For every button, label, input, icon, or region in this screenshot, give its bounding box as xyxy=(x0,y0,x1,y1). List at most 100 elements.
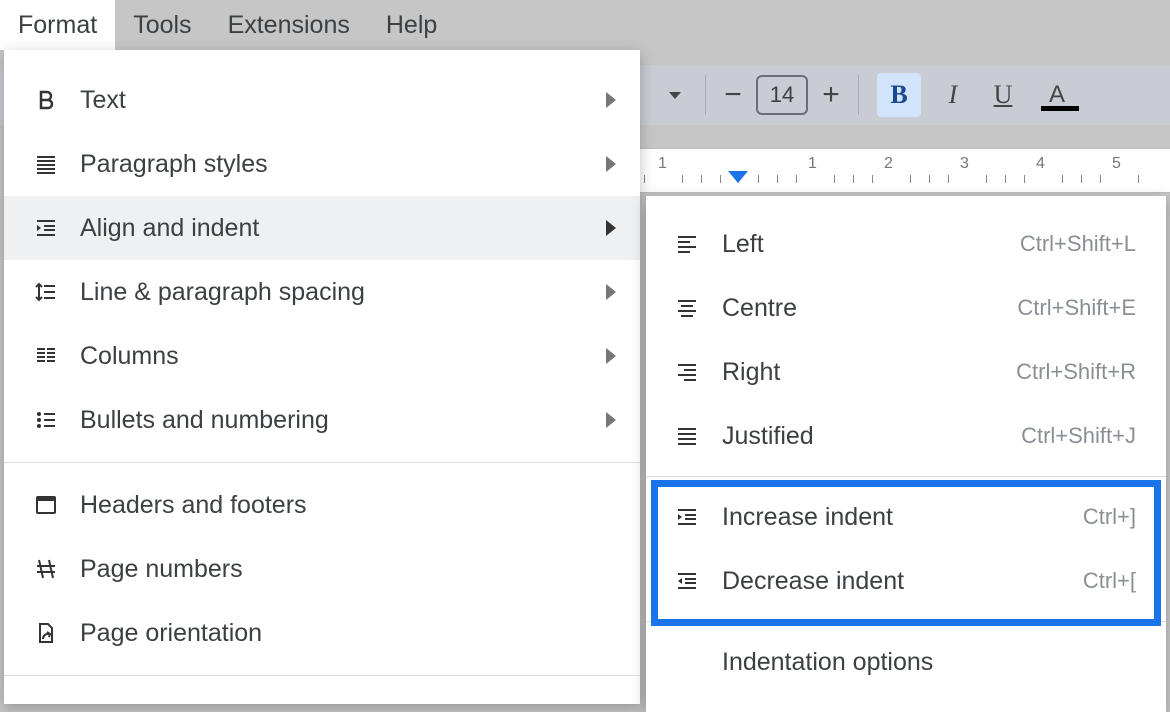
submenu-item-left[interactable]: Left Ctrl+Shift+L xyxy=(646,212,1166,276)
bold-button[interactable]: B xyxy=(877,73,921,117)
menu-item-label: Headers and footers xyxy=(64,491,616,520)
submenu-item-shortcut: Ctrl+Shift+J xyxy=(1021,423,1136,449)
submenu-item-label: Decrease indent xyxy=(704,567,1083,596)
submenu-item-shortcut: Ctrl+] xyxy=(1083,504,1136,530)
ruler-tick xyxy=(1138,175,1139,183)
page-numbers-icon xyxy=(28,557,64,581)
menu-item-text[interactable]: Text xyxy=(4,68,640,132)
text-color-button[interactable]: A xyxy=(1035,73,1079,117)
increase-indent-icon xyxy=(670,505,704,529)
chevron-down-icon xyxy=(669,92,681,99)
page-orientation-icon xyxy=(28,621,64,645)
ruler-number: 5 xyxy=(1112,155,1121,173)
indent-marker-icon[interactable] xyxy=(728,171,748,183)
chevron-right-icon xyxy=(606,348,616,364)
menu-item-page-orientation[interactable]: Page orientation xyxy=(4,601,640,665)
menu-separator xyxy=(4,675,640,676)
submenu-item-label: Increase indent xyxy=(704,503,1083,532)
align-centre-icon xyxy=(670,296,704,320)
text-color-icon: A xyxy=(1049,81,1065,109)
menubar: Format Tools Extensions Help xyxy=(0,0,1170,50)
menu-item-page-numbers[interactable]: Page numbers xyxy=(4,537,640,601)
bold-icon xyxy=(28,88,64,112)
ruler-tick xyxy=(1100,175,1101,183)
menu-item-label: Columns xyxy=(64,342,606,371)
submenu-item-centre[interactable]: Centre Ctrl+Shift+E xyxy=(646,276,1166,340)
submenu-item-justified[interactable]: Justified Ctrl+Shift+J xyxy=(646,404,1166,468)
fontsize-input[interactable]: 14 xyxy=(756,75,808,115)
fontsize-decrease-button[interactable]: − xyxy=(716,78,750,112)
ruler-tick xyxy=(986,175,987,183)
menu-item-label: Align and indent xyxy=(64,214,606,243)
ruler-number: 4 xyxy=(1036,155,1045,173)
ruler[interactable]: 1 1 2 3 4 5 xyxy=(640,148,1170,193)
underline-icon: U xyxy=(994,80,1013,110)
line-spacing-icon xyxy=(28,280,64,304)
align-left-icon xyxy=(670,232,704,256)
menu-format[interactable]: Format xyxy=(0,0,115,50)
submenu-item-shortcut: Ctrl+Shift+R xyxy=(1016,359,1136,385)
submenu-item-label: Indentation options xyxy=(704,648,1136,677)
menu-separator xyxy=(646,476,1166,477)
menu-item-headers-footers[interactable]: Headers and footers xyxy=(4,473,640,537)
menu-extensions[interactable]: Extensions xyxy=(210,0,368,50)
ruler-tick xyxy=(910,175,911,183)
align-indent-submenu: Left Ctrl+Shift+L Centre Ctrl+Shift+E Ri… xyxy=(646,196,1166,712)
bullets-numbering-icon xyxy=(28,408,64,432)
submenu-item-right[interactable]: Right Ctrl+Shift+R xyxy=(646,340,1166,404)
text-color-bar xyxy=(1041,106,1079,111)
ruler-number: 1 xyxy=(658,155,667,173)
submenu-item-label: Justified xyxy=(704,422,1021,451)
menu-item-paragraph-styles[interactable]: Paragraph styles xyxy=(4,132,640,196)
menu-tools[interactable]: Tools xyxy=(115,0,209,50)
italic-button[interactable]: I xyxy=(931,80,975,110)
fontsize-increase-button[interactable]: + xyxy=(814,78,848,112)
ruler-tick xyxy=(1024,175,1025,183)
paragraph-styles-icon xyxy=(28,152,64,176)
align-indent-icon xyxy=(28,216,64,240)
chevron-right-icon xyxy=(606,412,616,428)
ruler-tick xyxy=(682,175,683,183)
ruler-tick xyxy=(644,175,645,183)
ruler-tick xyxy=(1081,175,1082,183)
submenu-item-decrease-indent[interactable]: Decrease indent Ctrl+[ xyxy=(646,549,1166,613)
menu-item-columns[interactable]: Columns xyxy=(4,324,640,388)
columns-icon xyxy=(28,344,64,368)
submenu-item-shortcut: Ctrl+[ xyxy=(1083,568,1136,594)
menu-item-align-indent[interactable]: Align and indent xyxy=(4,196,640,260)
ruler-tick xyxy=(777,175,778,183)
menu-tools-label: Tools xyxy=(133,11,191,40)
chevron-right-icon xyxy=(606,220,616,236)
ruler-number: 1 xyxy=(808,155,817,173)
underline-button[interactable]: U xyxy=(981,80,1025,110)
align-right-icon xyxy=(670,360,704,384)
submenu-item-label: Left xyxy=(704,230,1020,259)
menu-help[interactable]: Help xyxy=(368,0,455,50)
menu-help-label: Help xyxy=(386,11,437,40)
submenu-item-increase-indent[interactable]: Increase indent Ctrl+] xyxy=(646,485,1166,549)
chevron-right-icon xyxy=(606,284,616,300)
chevron-right-icon xyxy=(606,156,616,172)
ruler-number: 3 xyxy=(960,155,969,173)
ruler-number: 2 xyxy=(884,155,893,173)
ruler-tick xyxy=(929,175,930,183)
toolbar-dropdown[interactable] xyxy=(655,75,695,115)
submenu-item-indentation-options[interactable]: Indentation options xyxy=(646,630,1166,694)
menu-item-line-spacing[interactable]: Line & paragraph spacing xyxy=(4,260,640,324)
chevron-right-icon xyxy=(606,92,616,108)
menu-item-bullets-numbering[interactable]: Bullets and numbering xyxy=(4,388,640,452)
submenu-item-shortcut: Ctrl+Shift+L xyxy=(1020,231,1136,257)
ruler-tick xyxy=(720,175,721,183)
ruler-tick xyxy=(701,175,702,183)
ruler-tick xyxy=(853,175,854,183)
menu-item-label: Line & paragraph spacing xyxy=(64,278,606,307)
submenu-item-label: Right xyxy=(704,358,1016,387)
menu-item-label: Text xyxy=(64,86,606,115)
menu-item-label: Page numbers xyxy=(64,555,616,584)
toolbar-separator xyxy=(858,75,859,115)
ruler-tick xyxy=(758,175,759,183)
submenu-item-shortcut: Ctrl+Shift+E xyxy=(1017,295,1136,321)
decrease-indent-icon xyxy=(670,569,704,593)
align-justified-icon xyxy=(670,424,704,448)
fontsize-value: 14 xyxy=(770,82,794,108)
